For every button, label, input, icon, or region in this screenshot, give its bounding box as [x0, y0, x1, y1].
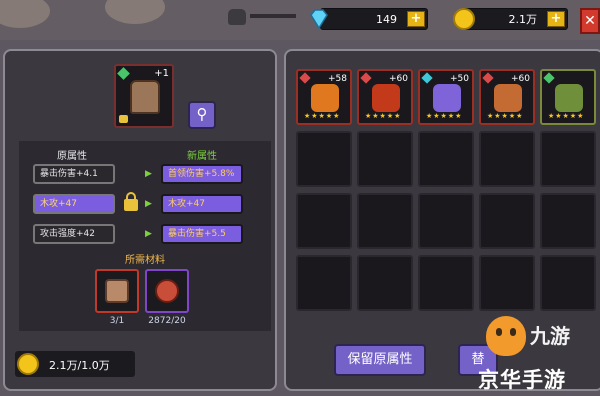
skull-icon	[228, 9, 246, 25]
new-attr-row: 首领伤害+5.8%	[161, 164, 243, 184]
arrow-right-icon: ▶	[145, 199, 152, 209]
scarecrow-sprite	[130, 80, 160, 114]
inventory-slot[interactable]: +60 ★★★★★	[479, 69, 535, 125]
inventory-slot[interactable]	[357, 131, 413, 187]
materials-label: 所需材料	[125, 255, 165, 266]
gold-cost: 2.1万/1.0万	[15, 351, 135, 377]
old-attr-row: 暴击伤害+4.1	[33, 164, 115, 184]
inventory-slot[interactable]: +50 ★★★★★	[418, 69, 474, 125]
hero-sprite	[433, 84, 461, 112]
old-attr-header: 原属性	[57, 151, 87, 162]
inventory-slot[interactable]	[479, 255, 535, 311]
new-attr-row: 木攻+47	[161, 194, 243, 214]
star-rating: ★★★★★	[548, 112, 585, 120]
inventory-slot[interactable]	[418, 255, 474, 311]
reforge-panel: +1 ⚲ 原属性 新属性 暴击伤害+4.1 木攻+47 攻击强度+42 ▶ ▶ …	[3, 49, 277, 391]
material-count: 3/1	[109, 316, 125, 326]
material-slot-hero[interactable]	[95, 269, 139, 313]
keep-original-button[interactable]: 保留原属性	[334, 344, 426, 376]
star-rating: ★★★★★	[487, 112, 524, 120]
grade-gem-icon	[117, 67, 130, 80]
inventory-slot[interactable]: +58 ★★★★★	[296, 69, 352, 125]
forge-screen: 149 + 2.1万 + ✕ +1 ⚲ 原属性 新属性 暴击伤害+4.1 木攻+…	[0, 0, 600, 396]
hero-sprite	[372, 84, 400, 112]
item-level: +58	[328, 74, 347, 84]
close-button[interactable]: ✕	[580, 8, 600, 34]
inventory-slot[interactable]: ★★★★★	[540, 69, 596, 125]
inventory-slot[interactable]	[418, 193, 474, 249]
gold-counter: 2.1万 +	[453, 8, 568, 30]
item-level: +60	[389, 74, 408, 84]
new-attr-header: 新属性	[187, 151, 217, 162]
old-attr-row: 攻击强度+42	[33, 224, 115, 244]
material-count: 2872/20	[148, 316, 186, 326]
add-gold-button[interactable]: +	[547, 11, 565, 27]
watermark-site: 京华手游	[478, 368, 566, 392]
inventory-slot[interactable]	[296, 193, 352, 249]
add-gems-button[interactable]: +	[407, 11, 425, 27]
old-attr-row: 木攻+47	[33, 194, 115, 214]
grade-gem-icon	[299, 72, 311, 84]
stone-icon	[155, 279, 179, 303]
watermark: 九游 京华手游	[476, 316, 600, 396]
scarecrow-icon	[105, 279, 129, 303]
hero-sprite	[494, 84, 522, 112]
grade-gem-icon	[543, 72, 555, 84]
inventory-slot[interactable]	[540, 193, 596, 249]
coin-icon	[453, 8, 475, 30]
coin-icon	[17, 353, 39, 375]
lock-icon	[119, 115, 128, 123]
attr-lock-icon[interactable]	[124, 192, 138, 211]
grade-gem-icon	[421, 72, 433, 84]
gem-counter: 149 +	[310, 8, 428, 30]
inventory-slot[interactable]	[479, 193, 535, 249]
hero-sprite	[311, 84, 339, 112]
inventory-slot[interactable]	[418, 131, 474, 187]
inventory-slot[interactable]	[357, 255, 413, 311]
grade-gem-icon	[482, 72, 494, 84]
star-rating: ★★★★★	[304, 112, 341, 120]
background-blob	[105, 0, 165, 24]
background-blob	[0, 0, 50, 28]
inventory-slot[interactable]	[296, 255, 352, 311]
gold-amount: 2.1万	[508, 13, 538, 26]
item-level: +50	[450, 74, 469, 84]
ninegame-logo	[486, 316, 526, 356]
arrow-right-icon: ▶	[145, 169, 152, 179]
inventory-slot[interactable]	[479, 131, 535, 187]
diamond-icon	[310, 9, 328, 30]
inventory-slot[interactable]	[296, 131, 352, 187]
inventory-slot[interactable]	[540, 255, 596, 311]
grade-gem-icon	[360, 72, 372, 84]
star-rating: ★★★★★	[365, 112, 402, 120]
hero-portrait[interactable]: +1	[114, 64, 174, 128]
hp-bar	[250, 14, 296, 18]
star-rating: ★★★★★	[426, 112, 463, 120]
inventory-slot[interactable]: +60 ★★★★★	[357, 69, 413, 125]
item-level: +60	[511, 74, 530, 84]
inventory-slot[interactable]	[357, 193, 413, 249]
watermark-logo-text: 九游	[530, 324, 570, 348]
new-attr-row: 暴击伤害+5.5	[161, 224, 243, 244]
magnifier-button[interactable]: ⚲	[188, 101, 216, 129]
top-bar: 149 + 2.1万 + ✕	[0, 0, 600, 40]
gold-cost-text: 2.1万/1.0万	[49, 359, 110, 372]
arrow-right-icon: ▶	[145, 229, 152, 239]
hero-sprite	[555, 84, 583, 112]
material-slot-stone[interactable]	[145, 269, 189, 313]
gem-amount: 149	[376, 12, 397, 26]
inventory-slot[interactable]	[540, 131, 596, 187]
hero-level: +1	[154, 68, 169, 79]
